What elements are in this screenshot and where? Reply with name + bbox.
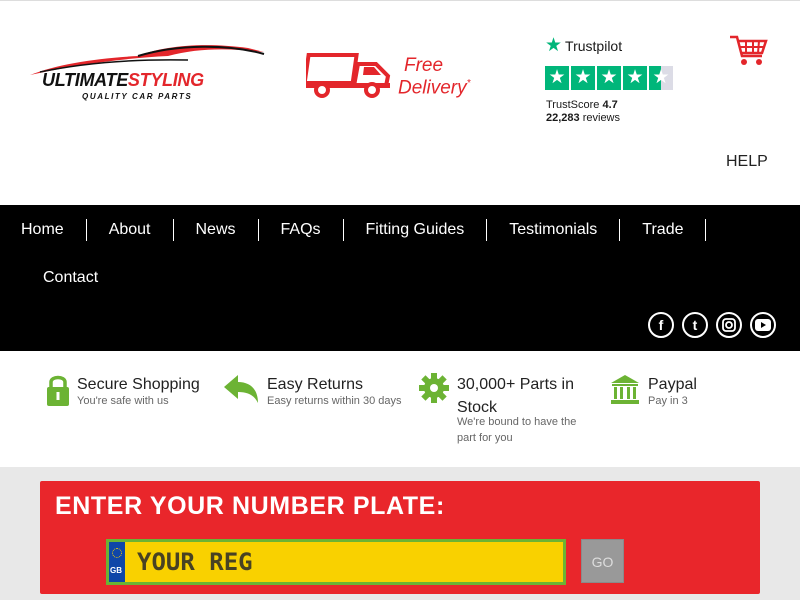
- trustpilot-reviews: 22,283 reviews: [546, 112, 620, 124]
- feature-subtitle: We're bound to have the part for you: [457, 414, 576, 446]
- help-link[interactable]: HELP: [726, 153, 768, 171]
- reviews-count: 22,283: [546, 112, 580, 124]
- gear-icon: [419, 373, 449, 407]
- free-delivery-line1: Free: [404, 55, 444, 76]
- logo-name-part1: ULTIMATE: [42, 70, 128, 90]
- social-links: f t: [648, 312, 776, 338]
- features-strip: Secure Shopping You're safe with us Easy…: [0, 351, 800, 467]
- plate-input-frame: GB: [106, 539, 566, 585]
- feature-subtitle: Pay in 3: [648, 395, 688, 407]
- country-code: GB: [110, 566, 122, 575]
- logo-tagline: QUALITY CAR PARTS: [82, 92, 193, 101]
- trustpilot-widget[interactable]: ★ Trustpilot ★ ★ ★ ★ ★ TrustScore 4.7 22…: [545, 35, 685, 128]
- trustscore-value: 4.7: [602, 99, 618, 111]
- trustpilot-logo: ★ Trustpilot: [545, 35, 685, 56]
- nav-row-1: Home About News FAQs Fitting Guides Test…: [0, 219, 707, 241]
- main-nav: Home About News FAQs Fitting Guides Test…: [0, 205, 800, 351]
- instagram-icon[interactable]: [716, 312, 742, 338]
- number-plate-panel: ENTER YOUR NUMBER PLATE: GB GO: [40, 481, 760, 594]
- free-delivery-line2: Delivery*: [398, 75, 471, 97]
- trustscore: TrustScore 4.7: [546, 99, 618, 111]
- nav-item-testimonials[interactable]: Testimonials: [487, 219, 621, 241]
- star-icon: ★: [597, 66, 621, 90]
- feature-title-line1: 30,000+ Parts in: [457, 376, 574, 393]
- plate-heading: ENTER YOUR NUMBER PLATE:: [55, 492, 445, 520]
- bank-icon: [610, 373, 639, 407]
- youtube-icon[interactable]: [750, 312, 776, 338]
- return-arrow-icon: [222, 373, 262, 407]
- nav-item-home[interactable]: Home: [0, 219, 87, 241]
- twitter-icon[interactable]: t: [682, 312, 708, 338]
- feature-title: 30,000+ Parts in Stock: [457, 373, 574, 419]
- delivery-truck-icon: [302, 53, 391, 98]
- nav-item-contact[interactable]: Contact: [21, 267, 120, 289]
- go-button[interactable]: GO: [581, 539, 624, 583]
- feature-subtitle: Easy returns within 30 days: [267, 395, 402, 407]
- site-logo[interactable]: ULTIMATESTYLING QUALITY CAR PARTS: [28, 42, 268, 104]
- shopping-cart-icon[interactable]: [728, 34, 768, 68]
- star-icon: ★: [623, 66, 647, 90]
- reg-input[interactable]: [127, 542, 557, 582]
- reviews-label: reviews: [582, 112, 621, 124]
- page: ULTIMATESTYLING QUALITY CAR PARTS Free D…: [0, 0, 800, 600]
- trustscore-label: TrustScore: [546, 99, 600, 111]
- free-delivery-word: Delivery: [398, 77, 467, 99]
- feature-subtitle-line1: We're bound to have the: [457, 416, 577, 428]
- feature-subtitle-line2: part for you: [457, 432, 513, 444]
- free-delivery-banner[interactable]: Free Delivery*: [302, 52, 506, 102]
- lock-icon: [44, 373, 72, 407]
- free-delivery-text: Free Delivery*: [398, 55, 471, 97]
- nav-item-news[interactable]: News: [174, 219, 259, 241]
- nav-item-trade[interactable]: Trade: [620, 219, 707, 241]
- top-border: [0, 0, 800, 3]
- trustpilot-brand: Trustpilot: [565, 38, 623, 54]
- logo-name-part2: STYLING: [127, 70, 204, 90]
- logo-wordmark: ULTIMATESTYLING: [42, 70, 204, 91]
- nav-item-fitting-guides[interactable]: Fitting Guides: [344, 219, 488, 241]
- gb-country-strip: GB: [109, 542, 125, 582]
- trustpilot-star-icon: ★: [545, 35, 563, 56]
- star-icon: ★: [545, 66, 569, 90]
- nav-item-about[interactable]: About: [87, 219, 174, 241]
- eu-stars-icon: [112, 548, 122, 558]
- half-star-icon: ★: [649, 66, 673, 90]
- nav-row-2: Contact: [21, 267, 120, 289]
- free-delivery-asterisk: *: [466, 78, 471, 89]
- feature-subtitle: You're safe with us: [77, 395, 169, 407]
- facebook-icon[interactable]: f: [648, 312, 674, 338]
- star-icon: ★: [571, 66, 595, 90]
- nav-item-faqs[interactable]: FAQs: [259, 219, 344, 241]
- trustpilot-stars: ★ ★ ★ ★ ★: [545, 66, 673, 90]
